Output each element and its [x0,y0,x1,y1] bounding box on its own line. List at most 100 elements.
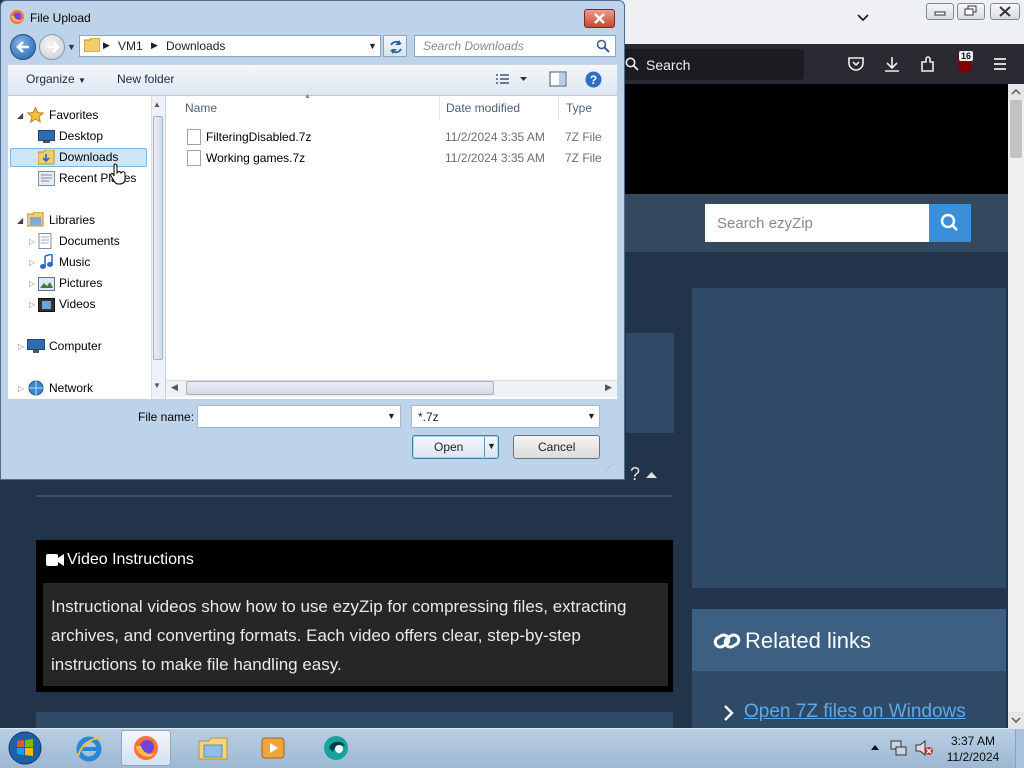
forward-icon [45,40,61,54]
minimize-button[interactable] [926,3,954,20]
breadcrumb-separator[interactable]: ▶ [103,40,110,51]
column-header-date[interactable]: Date modified [446,101,520,115]
nav-pictures[interactable]: Pictures [59,276,102,290]
views-icon[interactable] [495,72,529,86]
taskbar-firefox-button[interactable] [121,730,171,766]
nav-libraries[interactable]: Libraries [49,213,95,227]
clock-time: 3:37 AM [950,734,996,748]
taskbar-media-player-button[interactable] [248,730,298,766]
recent-pages-dropdown[interactable]: ▼ [67,42,76,52]
file-name-label: File name: [138,410,195,424]
file-type: 7Z File [565,130,602,144]
search-downloads-input[interactable]: Search Downloads [414,35,616,57]
organize-button[interactable]: Organize ▼ [26,72,86,86]
nav-desktop[interactable]: Desktop [59,129,103,143]
column-divider[interactable] [558,96,559,120]
download-icon[interactable] [882,54,904,76]
file-list-hscrollbar-thumb[interactable] [186,381,494,395]
taskbar-clock[interactable]: 3:37 AM 11/2/2024 [940,733,1006,765]
search-icon[interactable] [596,39,610,53]
help-icon[interactable]: ? [585,71,602,88]
network-tray-icon[interactable] [890,739,908,757]
firefox-icon [9,9,25,25]
collapse-triangle-icon[interactable]: ◢ [17,216,23,225]
taskbar-app-button[interactable] [311,730,361,766]
scroll-down-icon[interactable]: ▼ [153,381,161,390]
expand-triangle-icon[interactable]: ▷ [29,279,35,288]
related-link-7z-windows[interactable]: Open 7Z files on Windows [744,701,966,723]
star-icon [27,107,44,123]
forward-button[interactable] [39,34,65,60]
window-close-button[interactable] [990,3,1020,20]
restore-button[interactable] [957,3,985,20]
menu-icon[interactable] [990,54,1012,76]
breadcrumb-downloads[interactable]: Downloads [166,39,225,53]
expand-triangle-icon[interactable]: ▷ [18,342,24,351]
dialog-close-button[interactable] [584,9,615,28]
libraries-icon [27,212,44,227]
tray-expand-icon[interactable] [871,744,879,750]
pocket-icon[interactable] [846,54,868,76]
file-type: 7Z File [565,151,602,165]
scroll-up-icon[interactable]: ▲ [153,100,161,109]
caret-up-icon[interactable] [646,471,657,479]
address-dropdown-icon[interactable]: ▼ [368,41,377,51]
file-name[interactable]: Working games.7z [206,151,305,165]
collapse-triangle-icon[interactable]: ◢ [17,111,23,120]
page-scrollbar-thumb[interactable] [1010,100,1022,158]
page-scrollbar[interactable] [1008,84,1024,728]
preview-pane-icon[interactable] [549,71,567,87]
site-search-button[interactable] [929,204,971,242]
nav-network[interactable]: Network [49,381,93,395]
video-instructions-text: Instructional videos show how to use ezy… [51,597,627,674]
extensions-icon[interactable] [918,54,940,76]
column-divider[interactable] [439,96,440,120]
open-dropdown-icon[interactable]: ▼ [487,441,496,451]
scroll-left-icon[interactable]: ◀ [171,382,178,393]
file-name-dropdown-icon[interactable]: ▼ [387,411,396,421]
windows-start-icon[interactable] [6,730,44,766]
taskbar-ie-button[interactable] [64,730,114,766]
nav-music[interactable]: Music [59,255,90,269]
scroll-up-button[interactable] [1008,84,1024,100]
site-search-input[interactable]: Search ezyZip [705,204,929,242]
video-instructions-title: Video Instructions [67,551,194,568]
chevron-right-icon [722,704,734,722]
volume-muted-icon[interactable] [914,739,934,757]
breadcrumb-vm1[interactable]: VM1 [118,39,143,53]
nav-documents[interactable]: Documents [59,234,120,248]
nav-downloads[interactable]: Downloads [59,150,118,164]
nav-computer[interactable]: Computer [49,339,102,353]
resize-grip-icon[interactable]: ⋰ [605,462,614,473]
network-icon [27,380,45,396]
clock-date: 11/2/2024 [946,750,1000,764]
back-button[interactable] [10,34,36,60]
file-name[interactable]: FilteringDisabled.7z [206,130,311,144]
scroll-down-button[interactable] [1008,712,1024,728]
svg-text:?: ? [590,73,597,87]
search-icon [625,57,639,71]
column-header-type[interactable]: Type [566,101,592,115]
expand-triangle-icon[interactable]: ▷ [18,384,24,393]
nav-pane-scrollbar-thumb[interactable] [153,116,163,360]
file-type-select[interactable]: *.7z [411,405,600,428]
expand-triangle-icon[interactable]: ▷ [29,237,35,246]
file-type-dropdown-icon[interactable]: ▼ [587,411,596,421]
expand-triangle-icon[interactable]: ▷ [29,258,35,267]
new-folder-button[interactable]: New folder [117,72,174,86]
tab-list-chevron-icon[interactable] [856,13,870,23]
split-divider [484,437,485,457]
file-date: 11/2/2024 3:35 AM [445,151,545,165]
taskbar-explorer-button[interactable] [188,730,238,766]
nav-videos[interactable]: Videos [59,297,95,311]
file-name-input[interactable] [197,405,401,428]
column-header-name[interactable]: Name [185,101,217,115]
expand-triangle-icon[interactable]: ▷ [29,300,35,309]
nav-favorites[interactable]: Favorites [49,108,98,122]
content-panel [626,333,674,433]
show-desktop-button[interactable] [1015,729,1024,768]
breadcrumb-separator[interactable]: ▶ [151,40,158,51]
firefox-icon [132,734,160,762]
scroll-right-icon[interactable]: ▶ [605,382,612,393]
refresh-button[interactable] [383,35,407,57]
